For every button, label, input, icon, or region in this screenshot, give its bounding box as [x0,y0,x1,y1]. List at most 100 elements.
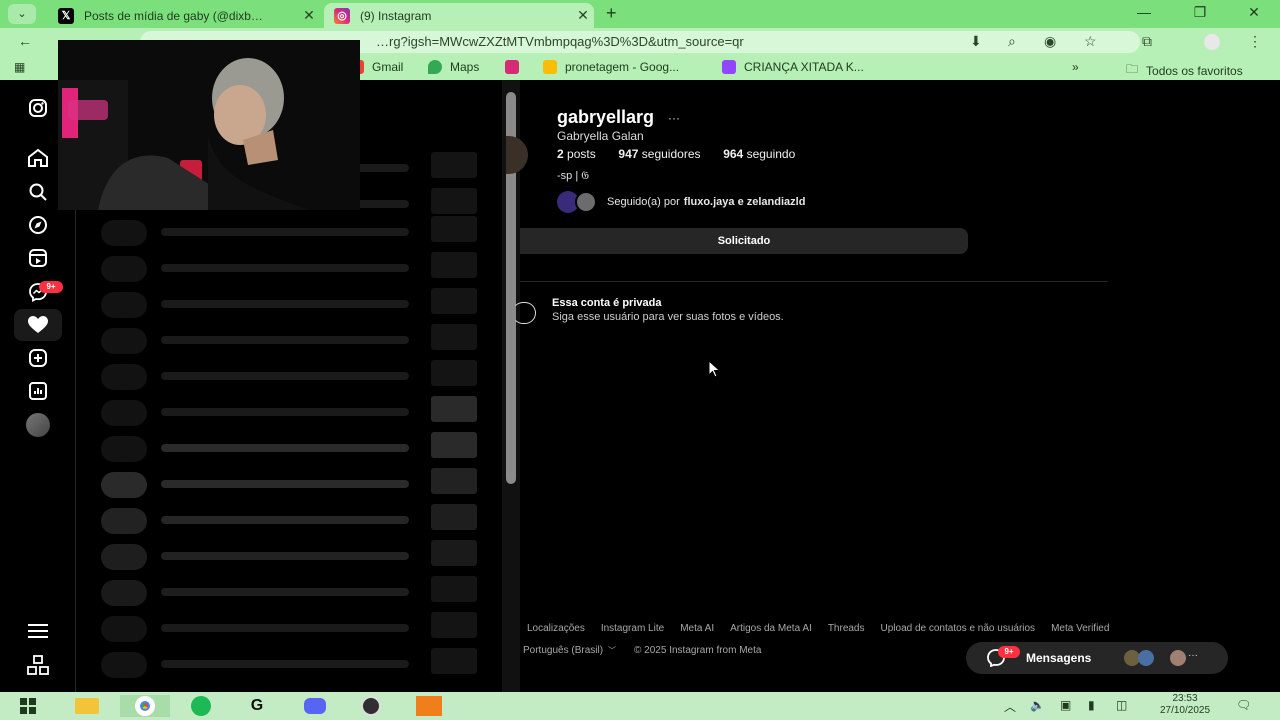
close-tab-icon[interactable]: ✕ [298,7,320,24]
all-bookmarks-label: Todos os favoritos [1146,63,1243,78]
webcam-person-image [58,40,360,210]
network-icon[interactable]: ◫ [1116,698,1127,712]
spotify-icon[interactable] [184,695,218,717]
chevron-down-icon[interactable]: ﹀ [608,645,616,656]
bookmark-star-icon[interactable]: ☆ [1084,33,1097,50]
reels-icon[interactable] [24,246,52,270]
tab-x-posts[interactable]: 𝕏 Posts de mídia de gaby (@dixb… ✕ [48,3,320,28]
windows-start-icon[interactable] [11,695,45,717]
maps-pin-icon [428,60,442,74]
posts-count: 2 [557,147,564,161]
bookmark-maps[interactable]: Maps [428,60,479,74]
file-explorer-icon[interactable] [70,695,104,717]
skeleton-row [77,540,502,580]
skeleton-row [77,216,502,256]
install-app-icon[interactable]: ⬇ [970,33,982,50]
skeleton-row [77,648,502,688]
followers-label[interactable]: seguidores [642,147,701,161]
explore-compass-icon[interactable] [24,213,52,237]
footer-link[interactable]: Threads [828,623,865,634]
posts-label: posts [567,147,596,161]
more-chats-icon: ··· [1188,650,1198,661]
messages-button[interactable]: 9+ Mensagens ··· [966,642,1228,674]
options-dots-icon[interactable]: ··· [668,111,680,125]
bookmark-drive[interactable]: pronetagem - Goog... [543,60,679,74]
dashboard-icon[interactable] [24,379,52,403]
eye-off-icon[interactable]: ◉ [1044,33,1056,50]
close-tab-icon[interactable]: ✕ [572,7,594,24]
camera-icon[interactable]: ▣ [1060,698,1071,712]
bookmark-twitch[interactable]: CRIANÇA XITADA K... [722,60,864,74]
skeleton-row [77,288,502,328]
create-plus-icon[interactable] [24,346,52,370]
messages-label: Mensagens [1026,651,1092,665]
tab-title: Posts de mídia de gaby (@dixb… [84,8,263,23]
footer-link[interactable]: Artigos da Meta AI [730,623,812,634]
skeleton-row [77,360,502,400]
bookmarks-more-icon[interactable]: » [1072,60,1079,74]
profile-photo[interactable] [506,136,528,174]
all-bookmarks-folder[interactable]: 🗀 Todos os favoritos [1126,60,1243,81]
bookmark-instagram[interactable] [505,60,527,74]
following-count[interactable]: 964 [723,147,743,161]
x-logo-icon: 𝕏 [58,7,74,24]
minimize-icon[interactable]: — [1124,4,1164,20]
requested-button[interactable]: Solicitado [520,228,968,254]
profile-username: gabryellarg [557,107,655,127]
footer-links: Localizações Instagram Lite Meta AI Arti… [527,623,1109,634]
followed-by[interactable]: Seguido(a) por fluxo.jaya e zelandiazld [557,191,805,213]
profile-avatar-icon[interactable] [1204,34,1220,50]
webcam-overlay [58,40,360,210]
chat-avatar [1170,650,1186,666]
volume-icon[interactable]: 🔈 [1030,698,1045,712]
footer-link[interactable]: Upload de contatos e não usuários [881,623,1036,634]
footer-link[interactable]: Localizações [527,623,585,634]
skeleton-row [77,396,502,436]
skeleton-row [77,468,502,508]
search-icon[interactable] [24,180,52,204]
notifications-center-icon[interactable]: 🗨 [1236,698,1251,712]
language-select[interactable]: Português (Brasil) [523,645,603,656]
mouse-cursor-icon [708,360,721,378]
instagram-logo-icon[interactable] [24,96,52,120]
close-window-icon[interactable]: ✕ [1234,4,1274,21]
tab-instagram[interactable]: ◎ (9) Instagram ✕ [324,3,594,28]
discord-icon[interactable] [298,695,332,717]
app-logo-icon[interactable]: G [240,695,274,717]
footer-link[interactable]: Instagram Lite [601,623,664,634]
profile-avatar-icon[interactable] [24,413,52,437]
usb-icon[interactable]: ▮ [1088,698,1095,712]
more-menu-icon[interactable] [24,619,52,643]
skeleton-row [77,504,502,544]
apps-grid-icon[interactable]: ▦ [14,60,25,74]
apps-meta-icon[interactable] [24,653,52,677]
notifications-heart-icon[interactable] [14,309,62,341]
obs-icon[interactable] [354,695,388,717]
chrome-taskbar-icon[interactable] [120,695,170,717]
skeleton-row [77,252,502,292]
tab-strip: ⌄ 𝕏 Posts de mídia de gaby (@dixb… ✕ ◎ (… [0,0,1280,28]
windows-taskbar: G ︿ 🔈 ▣ ▮ ◫ 23:53 27/10/2025 🗨 [0,692,1280,720]
clock[interactable]: 23:53 27/10/2025 [1150,693,1220,717]
followers-count[interactable]: 947 [618,147,638,161]
instagram-logo-icon: ◎ [334,7,350,24]
restore-icon[interactable]: ❐ [1180,4,1220,21]
footer-link[interactable]: Meta AI [680,623,714,634]
tab-title: (9) Instagram [360,8,432,23]
home-icon[interactable] [24,146,52,170]
skeleton-row [77,612,502,652]
folder-icon: 🗀 [1126,62,1139,76]
footer-link[interactable]: Meta Verified [1051,623,1109,634]
following-label[interactable]: seguindo [747,147,796,161]
zoom-icon[interactable]: ⌕ [1008,33,1016,50]
back-arrow-icon[interactable]: ← [18,33,32,49]
app-triangle-icon[interactable] [412,695,446,717]
tab-search-button[interactable]: ⌄ [8,4,36,24]
lock-icon [512,302,536,324]
new-tab-button[interactable]: + [606,4,617,22]
bookmark-label: Gmail [372,60,404,74]
menu-dots-icon[interactable]: ⋮ [1248,33,1262,50]
show-hidden-icons[interactable]: ︿ [1004,698,1016,715]
twitch-icon [722,60,736,74]
extensions-icon[interactable]: ⧉ [1142,33,1152,50]
